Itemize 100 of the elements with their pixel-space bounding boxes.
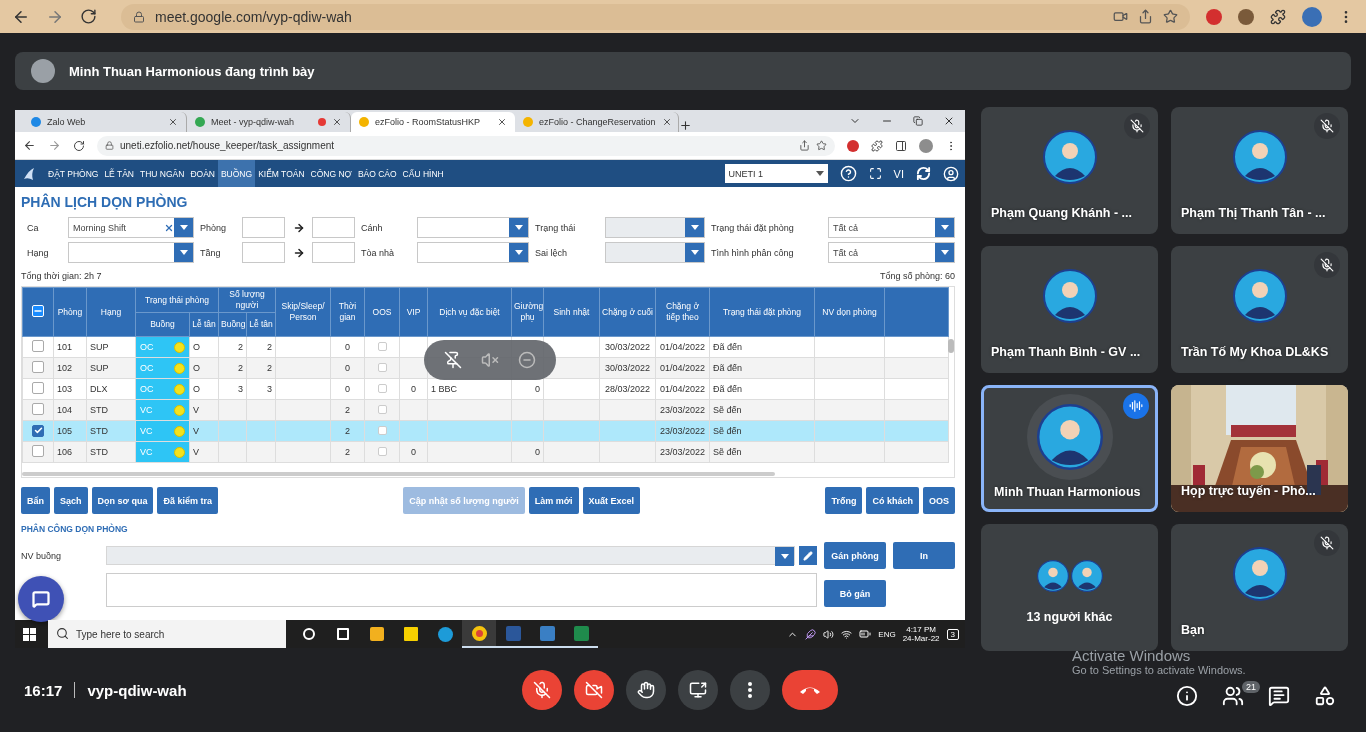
scrollbar[interactable] [22,472,775,476]
select-field[interactable]: Morning Shift [68,217,194,238]
scrollbar[interactable] [948,339,954,353]
action-button[interactable]: OOS [923,487,955,514]
dropdown-button[interactable] [935,218,954,237]
side-panel-icon[interactable] [895,139,907,152]
extension-icon[interactable] [847,139,859,152]
unpin-icon[interactable] [443,351,462,369]
edit-button[interactable] [799,546,817,565]
extension-icon[interactable] [1238,8,1254,25]
nav-item[interactable]: KIỂM TOÁN [255,160,308,187]
extensions-icon[interactable] [871,139,883,152]
people-button[interactable] [1222,685,1244,707]
action-button[interactable]: Làm mới [528,487,579,514]
new-tab-icon[interactable] [679,119,692,132]
checkbox[interactable] [32,403,44,415]
checkbox[interactable] [32,361,44,373]
input-field[interactable] [242,242,285,263]
checkbox[interactable] [32,445,44,457]
browser-tab[interactable]: ezFolio - ChangeReservation [515,112,679,132]
dropdown-button[interactable] [935,243,954,262]
activities-button[interactable] [1314,685,1336,707]
network-icon[interactable] [841,628,853,640]
mute-icon[interactable] [481,351,499,369]
select-field[interactable] [417,242,529,263]
windows-start-icon[interactable] [23,627,36,641]
share-icon[interactable] [799,140,810,151]
profile-avatar[interactable] [1302,6,1322,27]
print-button[interactable]: In [893,542,955,569]
camera-icon[interactable] [1113,9,1128,24]
chat-button[interactable] [18,576,64,622]
chat-button[interactable] [1268,685,1290,707]
volume-icon[interactable] [823,628,835,640]
camera-button[interactable] [574,670,614,710]
restore-icon[interactable] [913,116,923,126]
select-field[interactable] [417,217,529,238]
more-options-button[interactable] [730,670,770,710]
leave-call-button[interactable] [782,670,838,710]
user-icon[interactable] [943,165,959,182]
battery-icon[interactable] [859,628,872,640]
info-button[interactable] [1176,685,1198,707]
action-button[interactable]: Có khách [866,487,919,514]
feather-icon[interactable] [805,628,817,640]
dropdown-button[interactable] [509,243,528,262]
nav-item[interactable]: CẤU HÌNH [399,160,447,187]
profile-avatar[interactable] [919,138,933,153]
dropdown-button[interactable] [509,218,528,237]
forward-icon[interactable] [48,139,61,152]
taskbar-icon[interactable] [462,620,496,648]
address-bar[interactable]: meet.google.com/vyp-qdiw-wah [121,3,1190,30]
checkbox[interactable] [32,424,44,437]
nav-item[interactable]: CÔNG NỢ [307,160,355,187]
reload-icon[interactable] [80,8,97,25]
close-icon[interactable] [168,117,178,127]
extension-icon[interactable] [1206,8,1222,25]
extensions-icon[interactable] [1270,8,1286,25]
clear-icon[interactable] [164,222,174,233]
nav-item[interactable]: ĐOÀN [187,160,218,187]
unassign-button[interactable]: Bỏ gán [824,580,886,607]
star-icon[interactable] [1163,9,1178,24]
action-button[interactable]: Trống [825,487,863,514]
action-button[interactable]: Đã kiểm tra [157,487,218,514]
action-button[interactable]: Bẩn [21,487,50,514]
select-all-checkbox[interactable] [32,305,44,317]
checkbox[interactable] [32,382,44,394]
select-field[interactable]: Tất cả [828,242,955,263]
nav-item[interactable]: LỄ TÂN [101,160,137,187]
address-bar[interactable]: uneti.ezfolio.net/house_keeper/task_assignment [97,135,835,156]
browser-tab[interactable]: Zalo Web [23,112,187,132]
fullscreen-icon[interactable] [868,167,882,180]
input-field[interactable] [242,217,285,238]
share-icon[interactable] [1138,9,1153,24]
dropdown-button[interactable] [174,243,193,262]
dropdown-button[interactable] [174,218,193,237]
nav-item[interactable]: BUỒNG [217,160,256,187]
minus-icon[interactable] [518,351,537,369]
action-button[interactable]: Xuất Excel [582,487,641,514]
notes-field[interactable] [106,573,817,607]
microphone-button[interactable] [522,670,562,710]
back-icon[interactable] [23,139,36,152]
input-field[interactable] [312,217,355,238]
notification-count[interactable]: 3 [946,628,959,640]
close-icon[interactable] [497,117,507,127]
close-icon[interactable] [332,117,342,127]
reload-icon[interactable] [73,139,85,152]
star-icon[interactable] [816,140,827,151]
raise-hand-button[interactable] [626,670,666,710]
present-button[interactable] [678,670,718,710]
close-icon[interactable] [661,117,672,127]
nav-item[interactable]: BÁO CÁO [354,160,400,187]
input-language[interactable]: ENG [878,629,896,639]
checkbox[interactable] [32,340,44,352]
close-icon[interactable] [943,115,955,127]
help-icon[interactable] [839,165,857,182]
language-code[interactable]: VI [893,167,904,180]
browser-tab[interactable]: ezFolio - RoomStatusHKP [351,112,515,132]
select-field[interactable]: Tất cả [828,217,955,238]
action-button[interactable]: Dọn sơ qua [91,487,154,514]
action-button[interactable]: Sạch [54,487,88,514]
refresh-icon[interactable] [916,166,931,181]
